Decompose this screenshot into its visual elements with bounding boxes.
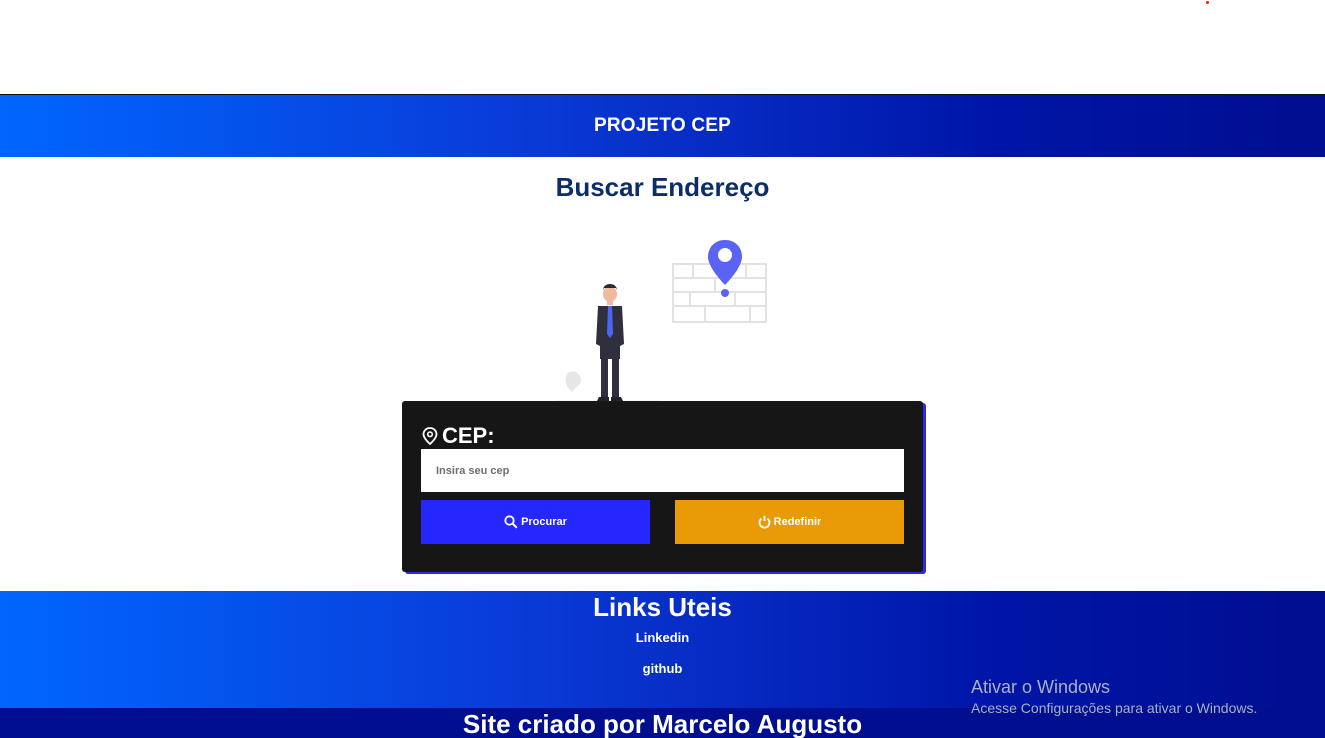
site-header: PROJETO CEP: [0, 94, 1325, 157]
search-icon: [504, 515, 518, 529]
links-title: Links Uteis: [593, 592, 732, 622]
header-title: PROJETO CEP: [594, 115, 731, 136]
linkedin-link[interactable]: Linkedin: [0, 630, 1325, 645]
reset-button[interactable]: Redefinir: [675, 500, 904, 544]
power-reset-icon: [758, 515, 771, 529]
page-title: Buscar Endereço: [555, 172, 770, 202]
github-link[interactable]: github: [0, 661, 1325, 676]
windows-activation-watermark: Ativar o Windows Acesse Configurações pa…: [971, 677, 1257, 716]
watermark-subtitle: Acesse Configurações para ativar o Windo…: [971, 700, 1258, 716]
cep-label: CEP:: [422, 423, 495, 449]
location-pin-icon: [422, 427, 438, 445]
search-button-label: Procurar: [521, 516, 567, 528]
search-button[interactable]: Procurar: [421, 500, 650, 544]
footer-text: Site criado por Marcelo Augusto: [462, 709, 863, 738]
page: PROJETO CEP Buscar Endereço CEP: Insira …: [0, 0, 1325, 738]
indicator-dot: [1206, 1, 1209, 4]
cep-label-text: CEP:: [442, 423, 495, 448]
cep-search-card: CEP: Procurar Redefinir: [402, 401, 923, 572]
map-person-illustration: [556, 240, 767, 404]
cep-input[interactable]: [421, 449, 904, 492]
watermark-title: Ativar o Windows: [971, 677, 1111, 697]
reset-button-label: Redefinir: [773, 516, 822, 528]
